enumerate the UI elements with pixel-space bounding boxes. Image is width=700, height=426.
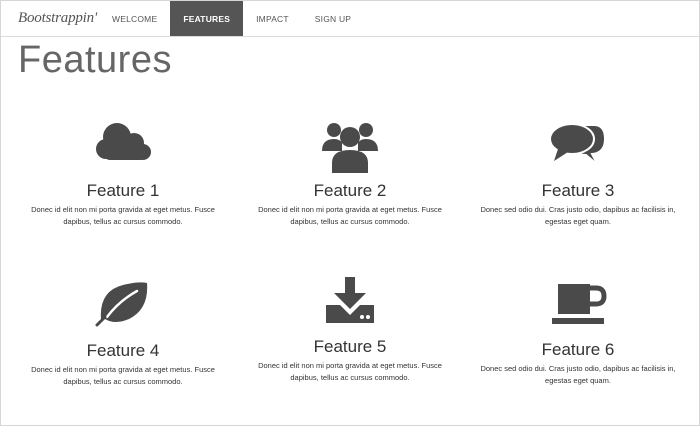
feature-description: Donec id elit non mi porta gravida at eg… [31,365,215,386]
feature-title: Feature 2 [313,181,387,200]
feature-title: Feature 5 [313,337,387,356]
comments-icon [464,119,692,177]
coffee-icon [464,278,692,336]
feature-description: Donec id elit non mi porta gravida at eg… [258,361,442,382]
feature-card-2: Feature 2 Donec id elit non mi porta gra… [236,119,464,227]
users-icon [236,119,464,177]
feature-card-5: Feature 5 Donec id elit non mi porta gra… [236,275,464,383]
feature-description: Donec id elit non mi porta gravida at eg… [31,205,215,226]
feature-title: Feature 4 [86,341,160,360]
leaf-icon [9,279,237,337]
browser-viewport: Bootstrappin' WELCOME FEATURES IMPACT SI… [0,0,700,426]
download-icon [236,275,464,333]
feature-title: Feature 1 [86,181,160,200]
feature-description: Donec id elit non mi porta gravida at eg… [258,205,442,226]
features-grid: Feature 1 Donec id elit non mi porta gra… [1,1,699,425]
feature-card-6: Feature 6 Donec sed odio dui. Cras justo… [464,278,692,386]
feature-description: Donec sed odio dui. Cras justo odio, dap… [480,205,676,226]
feature-description: Donec sed odio dui. Cras justo odio, dap… [480,364,676,385]
feature-card-3: Feature 3 Donec sed odio dui. Cras justo… [464,119,692,227]
feature-card-1: Feature 1 Donec id elit non mi porta gra… [9,119,237,227]
feature-title: Feature 3 [541,181,615,200]
cloud-icon [9,119,237,177]
feature-title: Feature 6 [541,340,615,359]
feature-card-4: Feature 4 Donec id elit non mi porta gra… [9,279,237,387]
